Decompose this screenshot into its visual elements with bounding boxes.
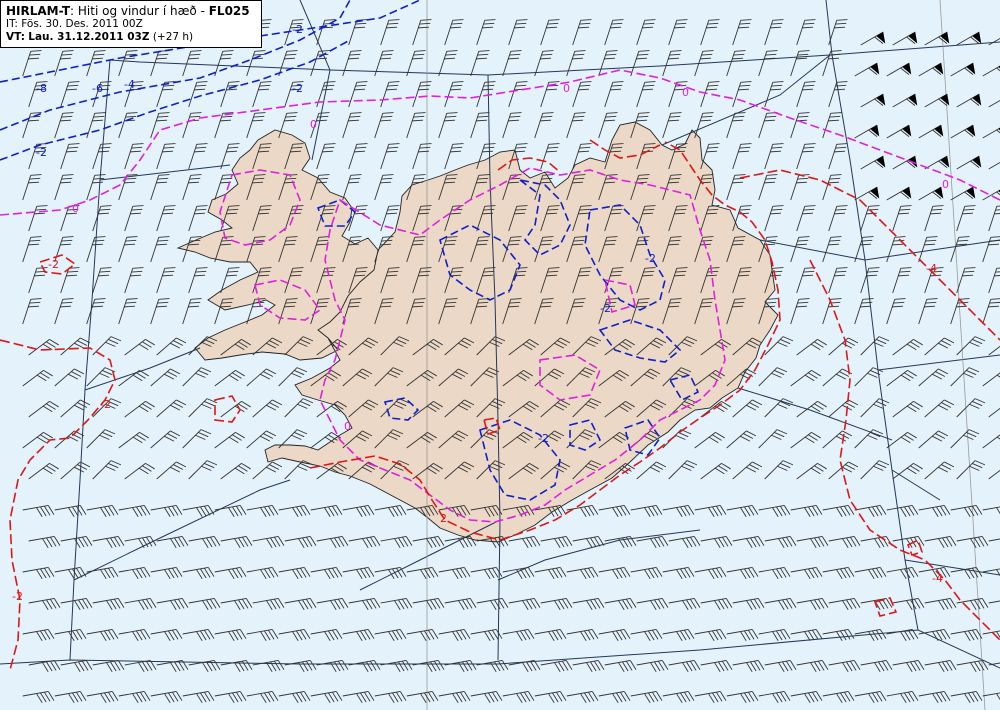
legend-vt-label: VT: [6, 31, 25, 43]
contour-label-blue-f: -2 [36, 146, 47, 159]
legend-vt-date: Lau. 31.12.2011 03Z [28, 31, 150, 43]
contour-label-red-a: -2 [48, 258, 59, 271]
contour-label-blue-a: -2 [292, 23, 303, 36]
contour-label-red-e: -4 [926, 262, 937, 275]
weather-map: -2 -8 -6 -4 -2 -2 -2 -2 -2 0 0 0 0 0 0 -… [0, 0, 1000, 710]
contour-label-red-f: -4 [932, 572, 943, 585]
contour-label-red-c: 2 [440, 512, 447, 525]
contour-label-red-d: -2 [12, 590, 23, 603]
contour-label-mag-c: 0 [563, 82, 570, 95]
legend-title-line: HIRLAM-T: Hiti og vindur í hæð - FL025 [6, 4, 256, 18]
contour-label-blue-d: -4 [124, 78, 135, 91]
contour-label-blue-e: -2 [292, 82, 303, 95]
contour-label-mag-f: 0 [344, 420, 351, 433]
contour-label-blue-g: -2 [645, 252, 656, 265]
contour-label-red-b: -2 [100, 398, 111, 411]
contour-label-blue-c: -6 [92, 82, 103, 95]
contour-label-mag-b: 0 [310, 118, 317, 131]
map-legend: HIRLAM-T: Hiti og vindur í hæð - FL025 I… [0, 0, 262, 48]
legend-valid-time: VT: Lau. 31.12.2011 03Z (+27 h) [6, 31, 256, 44]
contour-label-blue-b: -8 [36, 82, 47, 95]
legend-title: : Hiti og vindur í hæð - [70, 4, 209, 18]
legend-level: FL025 [208, 4, 250, 18]
contour-label-blue-i: -2 [538, 432, 549, 445]
contour-label-mag-e: 0 [942, 178, 949, 191]
legend-issue-time: IT: Fös. 30. Des. 2011 00Z [6, 18, 143, 30]
contour-label-mag-d: 0 [682, 86, 689, 99]
legend-vt-offset: (+27 h) [152, 31, 194, 43]
contour-label-blue-h: -2 [600, 302, 611, 315]
contour-label-mag-a: 0 [72, 202, 79, 215]
legend-model: HIRLAM-T [6, 4, 71, 18]
